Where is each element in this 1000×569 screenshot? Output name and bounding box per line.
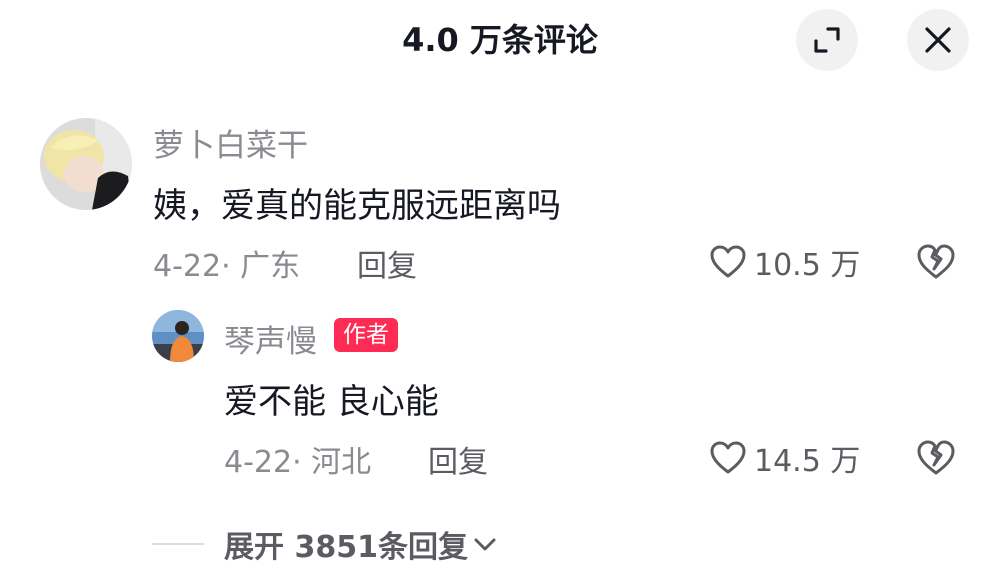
- like-count: 10.5 万: [754, 248, 861, 283]
- expand-icon: [814, 27, 840, 53]
- expand-replies-button[interactable]: 展开 3851条回复: [152, 522, 498, 566]
- dislike-button[interactable]: [914, 436, 958, 480]
- heart-outline-icon: [710, 441, 746, 474]
- heart-outline-icon: [710, 245, 746, 278]
- broken-heart-icon: [917, 440, 955, 475]
- avatar[interactable]: [40, 118, 132, 210]
- like-button[interactable]: 10.5 万: [708, 240, 860, 284]
- comment-username[interactable]: 萝卜白菜干: [153, 120, 308, 165]
- expand-button[interactable]: [796, 9, 858, 71]
- divider: [152, 543, 204, 545]
- like-button[interactable]: 14.5 万: [708, 436, 860, 480]
- like-count: 14.5 万: [754, 444, 861, 479]
- avatar-photo: [40, 118, 132, 210]
- close-button[interactable]: [907, 9, 969, 71]
- reply-text: 爱不能 良心能: [224, 382, 439, 422]
- reply-meta: 4-22· 河北: [224, 445, 372, 480]
- broken-heart-icon: [917, 244, 955, 279]
- comment-text: 姨，爱真的能克服远距离吗: [153, 186, 561, 226]
- dislike-button[interactable]: [914, 240, 958, 284]
- close-icon: [925, 27, 951, 53]
- avatar[interactable]: [152, 310, 204, 362]
- reply-username[interactable]: 琴声慢: [224, 316, 317, 361]
- comment-meta: 4-22· 广东: [153, 249, 301, 284]
- expand-replies-label: 展开 3851条回复: [224, 530, 468, 565]
- reply-button[interactable]: 回复: [428, 437, 488, 481]
- chevron-down-icon: [474, 538, 496, 551]
- avatar-photo: [152, 310, 204, 362]
- reply-button[interactable]: 回复: [357, 241, 417, 285]
- author-badge: 作者: [334, 318, 398, 352]
